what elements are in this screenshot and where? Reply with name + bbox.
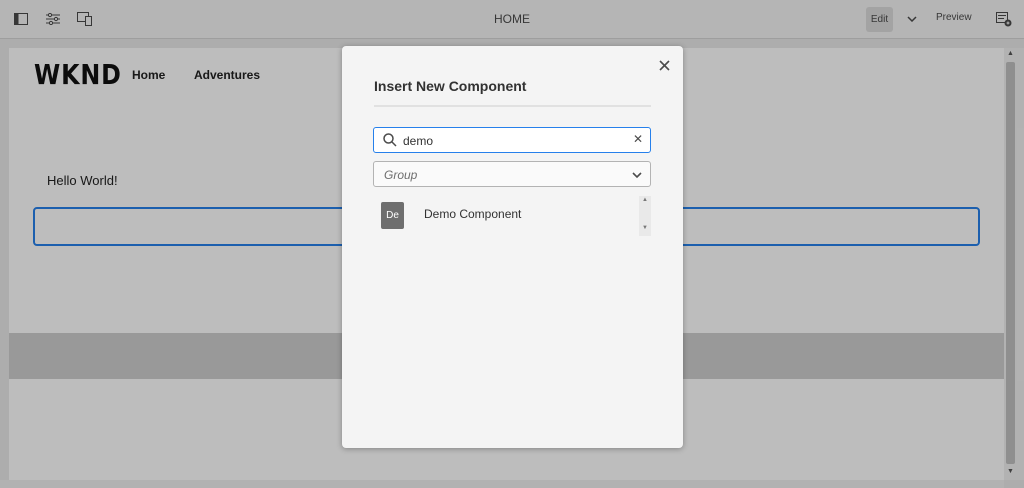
group-select-placeholder: Group <box>384 168 418 182</box>
close-icon[interactable] <box>656 57 672 73</box>
chevron-down-icon <box>631 168 643 180</box>
insert-component-dialog: Insert New Component ✕ Group De Demo Com… <box>342 46 683 448</box>
search-icon <box>383 133 397 147</box>
component-search-input[interactable] <box>403 134 623 148</box>
list-scrollbar[interactable]: ▲ ▼ <box>639 196 651 236</box>
dialog-title: Insert New Component <box>374 78 527 94</box>
group-select[interactable]: Group <box>373 161 651 187</box>
list-item[interactable]: De Demo Component <box>373 196 638 236</box>
component-label: Demo Component <box>424 207 522 221</box>
scroll-down-arrow-icon[interactable]: ▼ <box>639 225 651 231</box>
component-list: De Demo Component ▲ ▼ <box>373 196 651 236</box>
component-badge: De <box>381 202 404 229</box>
clear-search-icon[interactable]: ✕ <box>633 132 643 146</box>
scroll-up-arrow-icon[interactable]: ▲ <box>639 197 651 203</box>
component-search-field[interactable]: ✕ <box>373 127 651 153</box>
dialog-divider <box>374 105 651 107</box>
